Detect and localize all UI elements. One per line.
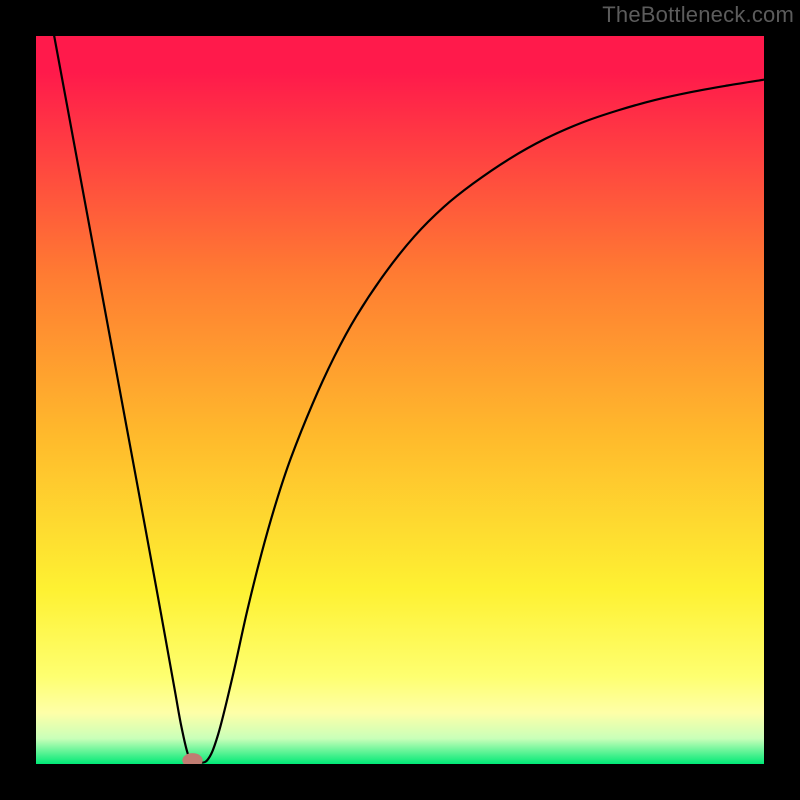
watermark-text: TheBottleneck.com <box>602 2 794 28</box>
bottleneck-chart <box>0 0 800 800</box>
chart-container: TheBottleneck.com <box>0 0 800 800</box>
